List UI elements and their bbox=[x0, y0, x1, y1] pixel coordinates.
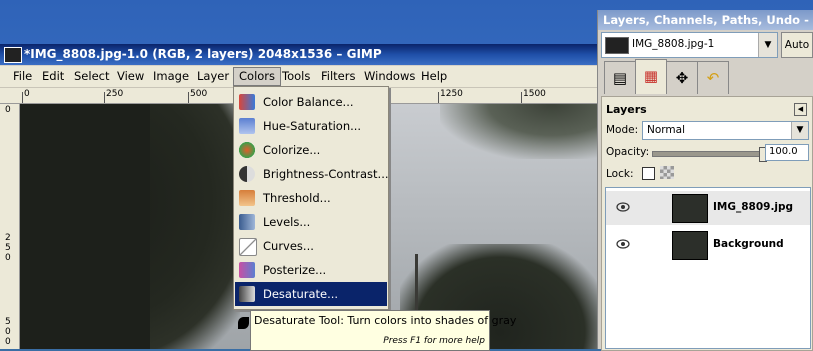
menu-tools[interactable]: Tools bbox=[277, 68, 315, 85]
menu-view[interactable]: View bbox=[112, 68, 149, 85]
vruler-digit: 5 bbox=[5, 317, 11, 327]
hue-saturation-icon bbox=[239, 118, 255, 134]
dock-title: Layers, Channels, Paths, Undo - B... bbox=[603, 13, 813, 27]
chevron-down-icon[interactable]: ▼ bbox=[791, 122, 808, 139]
menu-file[interactable]: File bbox=[8, 68, 37, 85]
window-titlebar[interactable]: *IMG_8808.jpg-1.0 (RGB, 2 layers) 2048x1… bbox=[0, 44, 600, 65]
tab-channels-icon[interactable]: ▤ bbox=[604, 61, 636, 94]
ruler-label: 0 bbox=[24, 89, 30, 99]
image-selector[interactable]: IMG_8808.jpg-1 ▼ bbox=[601, 32, 778, 58]
ruler-label: 1500 bbox=[523, 89, 546, 99]
layer-thumbnail bbox=[672, 231, 708, 260]
dock-titlebar[interactable]: Layers, Channels, Paths, Undo - B... bbox=[598, 10, 813, 30]
menu-item-colorize[interactable]: Colorize... bbox=[235, 138, 387, 162]
vertical-ruler[interactable]: 0 2 5 0 5 0 0 bbox=[0, 104, 20, 349]
menu-item-posterize[interactable]: Posterize... bbox=[235, 258, 387, 282]
menu-item-hue-saturation[interactable]: Hue-Saturation... bbox=[235, 114, 387, 138]
menu-item-brightness-contrast[interactable]: Brightness-Contrast... bbox=[235, 162, 389, 186]
image-thumbnail bbox=[605, 37, 629, 54]
opacity-slider[interactable] bbox=[652, 147, 767, 162]
menu-filters[interactable]: Filters bbox=[316, 68, 360, 85]
posterize-icon bbox=[239, 262, 255, 278]
layer-row[interactable]: IMG_8809.jpg bbox=[606, 191, 810, 225]
eye-icon[interactable] bbox=[616, 201, 630, 213]
desaturate-tooltip-icon bbox=[238, 317, 249, 329]
lock-alpha-icon[interactable] bbox=[660, 166, 674, 179]
curves-icon bbox=[239, 238, 257, 256]
menu-image[interactable]: Image bbox=[148, 68, 194, 85]
ruler-label: 500 bbox=[190, 89, 208, 99]
vruler-digit: 5 bbox=[5, 243, 11, 253]
colorize-icon bbox=[239, 142, 255, 158]
layers-panel: Layers ◀ Mode: Normal ▼ Opacity: 100.0 L… bbox=[601, 96, 813, 351]
tab-layers-icon[interactable]: ▦ bbox=[635, 59, 667, 94]
desaturate-tooltip: Desaturate Tool: Turn colors into shades… bbox=[250, 310, 516, 351]
window-title: *IMG_8808.jpg-1.0 (RGB, 2 layers) 2048x1… bbox=[24, 47, 382, 61]
menu-colors[interactable]: Colors bbox=[233, 67, 282, 86]
tooltip-text: Desaturate Tool: Turn colors into shades… bbox=[254, 314, 517, 327]
tooltip-hint: Press F1 for more help bbox=[383, 336, 485, 346]
menu-select[interactable]: Select bbox=[69, 68, 114, 85]
menubar: File Edit Select View Image Layer Colors… bbox=[0, 66, 600, 88]
canvas-foliage bbox=[440, 104, 600, 159]
desaturate-icon bbox=[239, 286, 255, 302]
vruler-digit: 0 bbox=[5, 253, 11, 263]
opacity-label: Opacity: bbox=[606, 146, 650, 158]
levels-icon bbox=[239, 214, 255, 230]
vruler-digit: 0 bbox=[5, 337, 11, 347]
mode-select[interactable]: Normal ▼ bbox=[642, 121, 809, 140]
colors-menu-dropdown: Color Balance... Hue-Saturation... Color… bbox=[233, 86, 389, 310]
ruler-label: 250 bbox=[106, 89, 124, 99]
menu-item-color-balance[interactable]: Color Balance... bbox=[235, 90, 387, 114]
layers-dock: Layers, Channels, Paths, Undo - B... IMG… bbox=[597, 10, 813, 351]
threshold-icon bbox=[239, 190, 255, 206]
menu-windows[interactable]: Windows bbox=[359, 68, 420, 85]
menu-help[interactable]: Help bbox=[416, 68, 452, 85]
layer-name: Background bbox=[713, 238, 784, 250]
menu-edit[interactable]: Edit bbox=[37, 68, 69, 85]
menu-item-desaturate[interactable]: Desaturate... bbox=[235, 282, 387, 306]
image-selector-value: IMG_8808.jpg-1 bbox=[632, 38, 715, 50]
tab-undo-icon[interactable]: ↶ bbox=[697, 61, 729, 94]
ruler-label: 1250 bbox=[440, 89, 463, 99]
layer-list: IMG_8809.jpg Background bbox=[605, 187, 811, 349]
tab-paths-icon[interactable]: ✥ bbox=[666, 61, 698, 94]
layer-thumbnail bbox=[672, 194, 708, 223]
panel-title: Layers bbox=[606, 103, 647, 116]
canvas-trees bbox=[20, 104, 150, 349]
auto-button[interactable]: Auto bbox=[781, 32, 813, 58]
lock-pixels-checkbox[interactable] bbox=[642, 167, 655, 180]
panel-menu-icon[interactable]: ◀ bbox=[794, 103, 807, 116]
brightness-contrast-icon bbox=[239, 166, 255, 182]
gimp-window-icon bbox=[4, 47, 22, 63]
color-balance-icon bbox=[239, 94, 255, 110]
vruler-digit: 2 bbox=[5, 233, 11, 243]
layer-row[interactable]: Background bbox=[606, 228, 810, 262]
vruler-digit: 0 bbox=[5, 105, 11, 115]
menu-layer[interactable]: Layer bbox=[192, 68, 234, 85]
layer-name: IMG_8809.jpg bbox=[713, 201, 794, 213]
vruler-digit: 0 bbox=[5, 327, 11, 337]
lock-label: Lock: bbox=[606, 168, 634, 180]
menu-item-threshold[interactable]: Threshold... bbox=[235, 186, 387, 210]
chevron-down-icon[interactable]: ▼ bbox=[758, 33, 777, 57]
mode-value: Normal bbox=[647, 124, 685, 136]
menu-item-levels[interactable]: Levels... bbox=[235, 210, 387, 234]
menu-item-curves[interactable]: Curves... bbox=[235, 234, 387, 258]
opacity-value-field[interactable]: 100.0 bbox=[765, 144, 809, 161]
eye-icon[interactable] bbox=[616, 238, 630, 250]
mode-label: Mode: bbox=[606, 124, 639, 136]
